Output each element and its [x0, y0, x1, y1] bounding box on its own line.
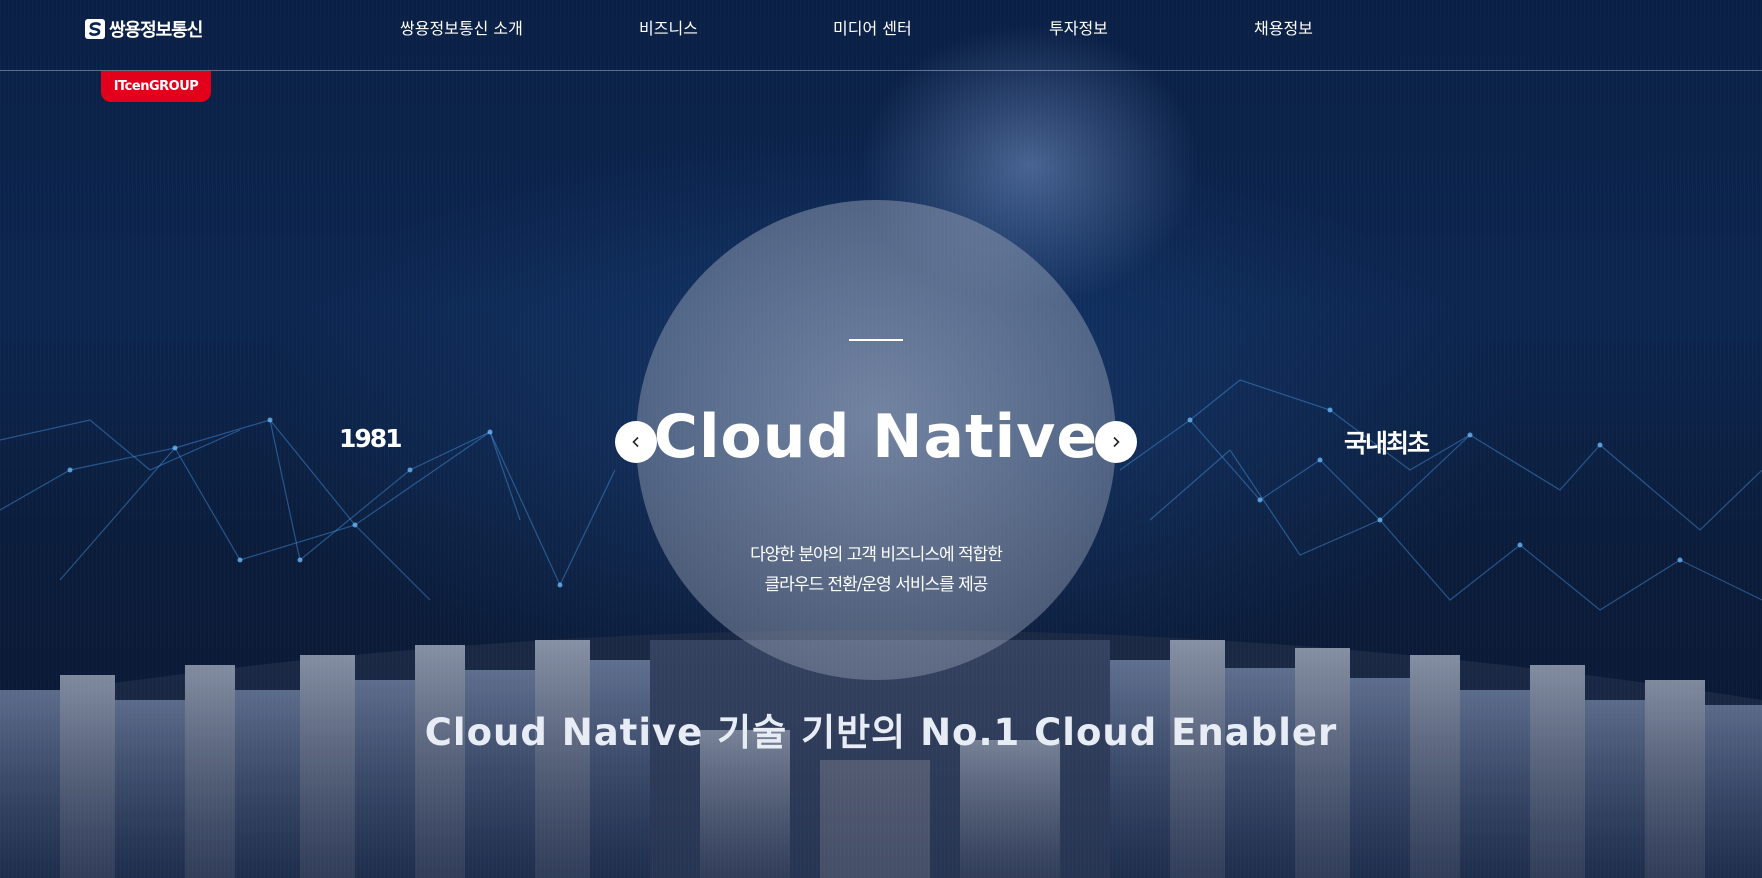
itcen-group-badge[interactable]: ITcenGROUP — [101, 71, 211, 102]
slide-description-line2: 클라우드 전환/운영 서비스를 제공 — [764, 575, 989, 595]
slide-description-line1: 다양한 분야의 고객 비즈니스에 적합한 — [750, 545, 1003, 565]
nav-item-business[interactable]: 비즈니스 — [639, 15, 698, 39]
main-nav: 쌍용정보통신 소개 비즈니스 미디어 센터 투자정보 채용정보 — [0, 15, 1762, 39]
slide-description: 다양한 분야의 고객 비즈니스에 적합한 클라우드 전환/운영 서비스를 제공 — [636, 540, 1116, 600]
nav-item-careers[interactable]: 채용정보 — [1254, 15, 1313, 39]
nav-item-media-center[interactable]: 미디어 센터 — [833, 15, 912, 39]
nav-item-investor[interactable]: 투자정보 — [1049, 15, 1108, 39]
nav-item-about[interactable]: 쌍용정보통신 소개 — [400, 15, 523, 39]
next-slide-label[interactable]: 국내최초 — [1344, 424, 1430, 460]
slide-divider — [849, 339, 903, 341]
site-header: 쌍용정보통신 쌍용정보통신 소개 비즈니스 미디어 센터 투자정보 채용정보 — [0, 0, 1762, 71]
next-slide-button[interactable] — [1095, 421, 1137, 463]
prev-slide-label[interactable]: 1981 — [339, 424, 403, 453]
hero-banner: 쌍용정보통신 쌍용정보통신 소개 비즈니스 미디어 센터 투자정보 채용정보 I… — [0, 0, 1762, 878]
slide-title: Cloud Native — [653, 402, 1099, 472]
hero-tagline: Cloud Native 기술 기반의 No.1 Cloud Enabler — [424, 711, 1338, 754]
chevron-right-icon — [1110, 433, 1122, 452]
